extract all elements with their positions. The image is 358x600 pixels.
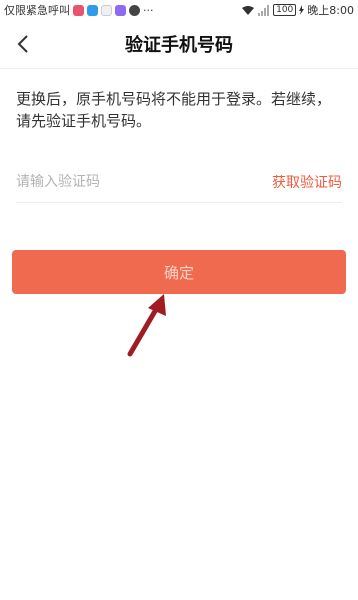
status-carrier-text: 仅限紧急呼叫 bbox=[4, 4, 70, 17]
verification-code-input[interactable] bbox=[16, 174, 216, 190]
verification-code-row: 获取验证码 bbox=[16, 162, 342, 203]
app-notification-icon bbox=[73, 4, 84, 16]
signal-icon bbox=[258, 4, 270, 16]
nav-bar: 验证手机号码 bbox=[0, 20, 358, 69]
more-notifications-icon: ··· bbox=[143, 3, 154, 17]
charging-icon bbox=[299, 5, 305, 15]
arrow-annotation-icon bbox=[127, 294, 166, 357]
notice-text: 更换后，原手机号码将不能用于登录。若继续，请先验证手机号码。 bbox=[16, 90, 332, 130]
clock: 晚上8:00 bbox=[307, 4, 354, 17]
shield-icon bbox=[129, 4, 140, 16]
app-notification-icon bbox=[115, 4, 126, 16]
app-notification-icon bbox=[87, 4, 98, 16]
get-code-button[interactable]: 获取验证码 bbox=[272, 172, 342, 192]
chevron-left-icon bbox=[17, 35, 28, 53]
confirm-button[interactable]: 确定 bbox=[12, 250, 346, 294]
battery-icon: 100 bbox=[273, 4, 297, 16]
status-left: 仅限紧急呼叫 ··· bbox=[0, 2, 154, 18]
status-bar: 仅限紧急呼叫 ··· 100 晚上8:00 bbox=[0, 0, 358, 20]
page-title: 验证手机号码 bbox=[125, 35, 233, 56]
back-button[interactable] bbox=[10, 30, 38, 58]
status-right: 100 晚上8:00 bbox=[241, 2, 358, 18]
app-notification-icon bbox=[101, 4, 112, 16]
wifi-icon bbox=[242, 5, 255, 15]
